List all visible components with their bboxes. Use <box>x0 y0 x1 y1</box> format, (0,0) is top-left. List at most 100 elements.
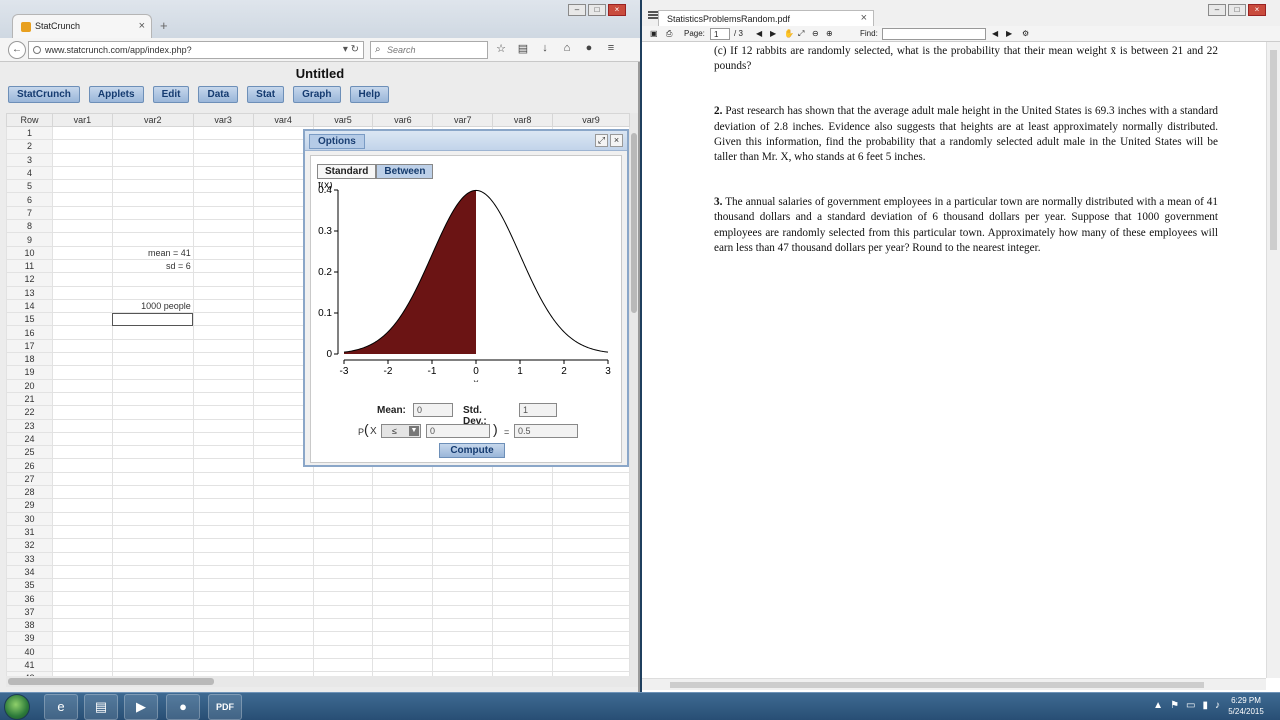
table-cell[interactable] <box>492 538 554 553</box>
table-cell[interactable] <box>372 564 434 580</box>
table-cell[interactable] <box>192 498 254 513</box>
row-number[interactable]: 6 <box>6 192 53 207</box>
table-cell[interactable] <box>51 564 113 580</box>
network-icon[interactable]: ▮ <box>1202 700 1208 711</box>
pdf-reader-icon[interactable]: PDF <box>208 694 242 720</box>
table-cell[interactable] <box>252 551 314 566</box>
new-tab-icon[interactable]: + <box>160 18 168 33</box>
table-cell[interactable] <box>432 511 494 526</box>
table-cell[interactable] <box>51 524 113 540</box>
scrollbar-thumb[interactable] <box>631 133 637 313</box>
table-cell[interactable] <box>372 591 434 606</box>
table-cell[interactable] <box>192 285 254 300</box>
table-cell[interactable] <box>192 445 254 460</box>
search-input[interactable]: ⌕ Search <box>370 41 488 59</box>
table-cell[interactable] <box>111 338 194 354</box>
table-cell[interactable] <box>51 471 113 487</box>
table-cell[interactable] <box>51 538 113 553</box>
table-cell[interactable] <box>51 272 113 287</box>
flag-icon[interactable]: ⚑ <box>1170 700 1179 711</box>
hand-tool-icon[interactable]: ✋ <box>784 29 794 38</box>
table-cell[interactable] <box>111 485 194 500</box>
table-cell[interactable] <box>111 365 194 380</box>
table-cell[interactable] <box>192 405 254 420</box>
table-cell[interactable] <box>192 378 254 393</box>
table-cell[interactable] <box>51 631 113 646</box>
table-cell[interactable] <box>192 644 254 659</box>
table-cell[interactable] <box>51 192 113 207</box>
row-number[interactable]: 7 <box>6 205 53 221</box>
table-cell[interactable] <box>492 471 554 487</box>
table-cell[interactable] <box>432 524 494 540</box>
table-cell[interactable] <box>312 538 374 553</box>
maximize-icon[interactable]: □ <box>1228 4 1246 16</box>
table-cell[interactable] <box>111 325 194 340</box>
table-cell[interactable] <box>192 125 254 141</box>
table-cell[interactable] <box>492 551 554 566</box>
reload-icon[interactable]: ▾ ↻ <box>343 44 359 55</box>
row-number[interactable]: 38 <box>6 617 53 633</box>
table-cell[interactable] <box>312 485 374 500</box>
table-cell[interactable] <box>192 179 254 194</box>
table-cell[interactable] <box>111 352 194 367</box>
table-cell[interactable] <box>111 498 194 513</box>
tab-between[interactable]: Between <box>376 164 434 179</box>
table-cell[interactable] <box>111 232 194 247</box>
table-cell[interactable] <box>51 152 113 167</box>
table-cell[interactable] <box>51 139 113 154</box>
table-cell[interactable] <box>312 564 374 580</box>
table-cell[interactable] <box>492 631 554 646</box>
table-cell[interactable] <box>252 617 314 633</box>
table-cell[interactable] <box>51 391 113 407</box>
row-number[interactable]: 14 <box>6 298 53 314</box>
row-number[interactable]: 25 <box>6 445 53 460</box>
row-number[interactable]: 1 <box>6 125 53 141</box>
table-cell[interactable] <box>312 551 374 566</box>
menu-applets-button[interactable]: Applets <box>88 86 144 103</box>
table-cell[interactable] <box>111 192 194 207</box>
table-cell[interactable] <box>252 657 314 673</box>
column-header-var9[interactable]: var9 <box>552 113 630 127</box>
table-cell[interactable] <box>312 591 374 606</box>
table-cell[interactable] <box>111 657 194 673</box>
mean-input[interactable]: 0 <box>413 403 453 417</box>
minimize-icon[interactable]: – <box>1208 4 1226 16</box>
find-next-icon[interactable]: ▶ <box>1006 29 1012 38</box>
table-cell[interactable] <box>111 445 194 460</box>
tray-expand-icon[interactable]: ▲ <box>1153 700 1163 711</box>
row-number[interactable]: 22 <box>6 405 53 420</box>
table-cell[interactable] <box>111 418 194 433</box>
table-cell[interactable] <box>51 578 113 593</box>
table-cell[interactable] <box>252 524 314 540</box>
table-cell[interactable] <box>252 564 314 580</box>
table-cell[interactable] <box>111 378 194 393</box>
row-number[interactable]: 29 <box>6 498 53 513</box>
table-cell[interactable] <box>192 511 254 526</box>
table-cell[interactable] <box>111 205 194 221</box>
find-prev-icon[interactable]: ◀ <box>992 29 998 38</box>
table-cell[interactable] <box>432 551 494 566</box>
table-cell[interactable] <box>372 524 434 540</box>
table-cell[interactable] <box>192 272 254 287</box>
table-cell[interactable] <box>552 604 630 619</box>
table-cell[interactable] <box>192 152 254 167</box>
menu-edit-button[interactable]: Edit <box>152 86 190 103</box>
row-number[interactable]: 15 <box>6 312 53 327</box>
table-cell[interactable]: mean = 41 <box>111 245 194 260</box>
row-number[interactable]: 34 <box>6 564 53 580</box>
table-cell[interactable] <box>252 631 314 646</box>
table-cell[interactable] <box>111 604 194 619</box>
table-cell[interactable] <box>552 485 630 500</box>
table-cell[interactable] <box>432 657 494 673</box>
table-cell[interactable] <box>312 511 374 526</box>
table-cell[interactable] <box>432 591 494 606</box>
table-cell[interactable] <box>192 352 254 367</box>
table-cell[interactable] <box>192 458 254 473</box>
table-cell[interactable] <box>192 551 254 566</box>
column-header-var8[interactable]: var8 <box>492 113 554 127</box>
row-number[interactable]: 18 <box>6 352 53 367</box>
row-number[interactable]: 19 <box>6 365 53 380</box>
table-cell[interactable] <box>51 365 113 380</box>
table-cell[interactable] <box>432 617 494 633</box>
table-cell[interactable] <box>51 378 113 393</box>
